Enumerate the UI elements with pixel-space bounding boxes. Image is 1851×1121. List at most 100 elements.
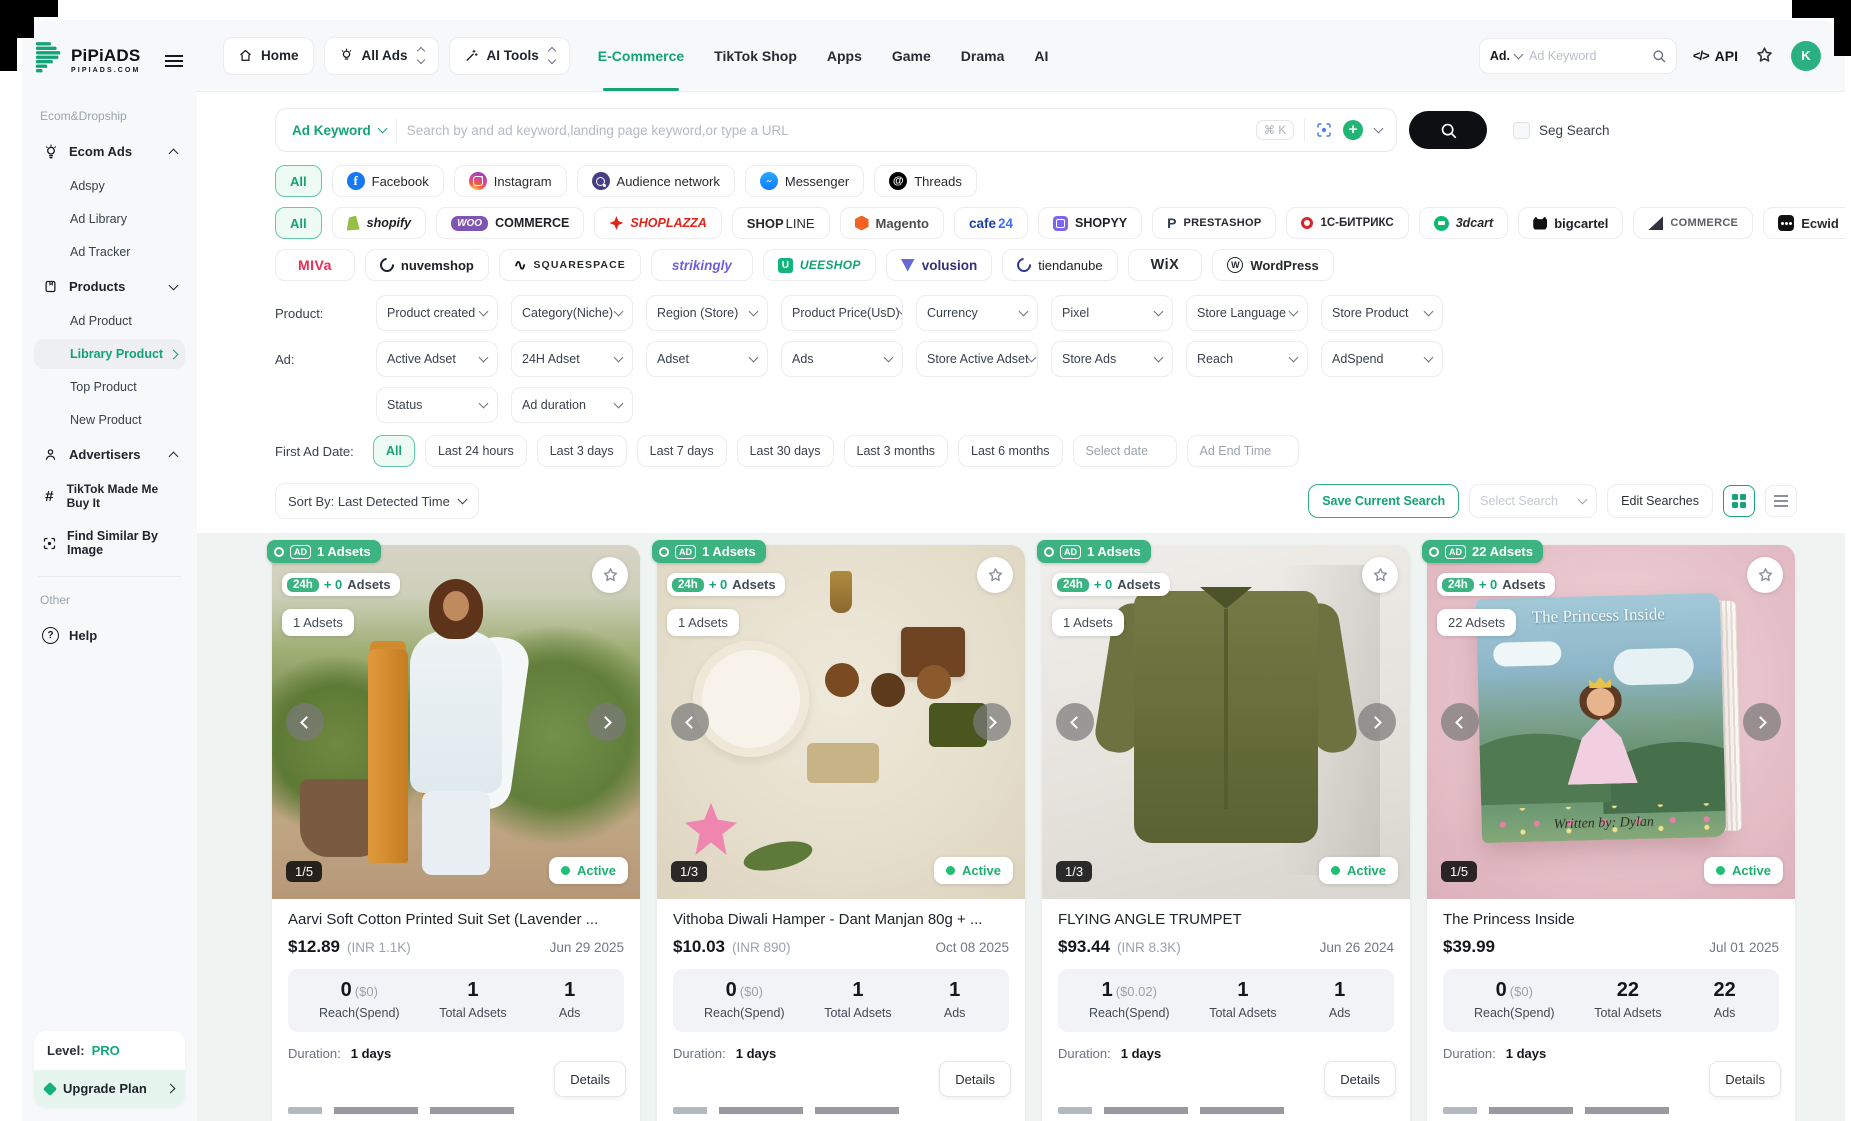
sidebar-item-library-product[interactable]: Library Product (34, 339, 185, 369)
store-chip-tiendanube[interactable]: tiendanube (1002, 249, 1117, 281)
product-card[interactable]: AD 1 Adsets 24h + 0 Adsets 1 Adsets (272, 545, 640, 1121)
favorite-button[interactable] (1362, 557, 1398, 593)
tab-game[interactable]: Game (892, 48, 931, 64)
favorites-star-button[interactable] (1754, 45, 1775, 66)
tab-ai[interactable]: AI (1034, 48, 1048, 64)
hamburger-menu-icon[interactable] (165, 55, 183, 67)
search-options-chevron[interactable] (1373, 126, 1384, 134)
next-image-button[interactable] (588, 703, 626, 741)
product-card[interactable]: The Princess Inside Written by: Dylan AD… (1427, 545, 1795, 1121)
store-chip-all[interactable]: All (275, 207, 322, 239)
prev-image-button[interactable] (671, 703, 709, 741)
sidebar-item-new-product[interactable]: New Product (34, 405, 185, 435)
store-chip-squarespace[interactable]: ∿SQUARESPACE (499, 249, 641, 281)
sidebar-item-help[interactable]: ? Help (34, 619, 185, 652)
select-pixel[interactable]: Pixel (1051, 295, 1173, 331)
upgrade-plan-button[interactable]: Upgrade Plan (34, 1070, 185, 1107)
tab-drama[interactable]: Drama (961, 48, 1005, 64)
edit-searches-button[interactable]: Edit Searches (1607, 484, 1713, 518)
store-chip-shopify[interactable]: shopify (332, 207, 426, 239)
date-chip-last-3-months[interactable]: Last 3 months (844, 435, 949, 467)
next-image-button[interactable] (973, 703, 1011, 741)
store-chip-shopyy[interactable]: SHOPYY (1038, 207, 1142, 239)
user-avatar[interactable]: K (1791, 41, 1821, 71)
platform-chip-messenger[interactable]: Messenger (745, 165, 864, 197)
select-adset[interactable]: Adset (646, 341, 768, 377)
store-chip-magento[interactable]: Magento (840, 207, 944, 239)
save-current-search-button[interactable]: Save Current Search (1308, 484, 1459, 518)
favorite-button[interactable] (592, 557, 628, 593)
select-store-ads[interactable]: Store Ads (1051, 341, 1173, 377)
date-chip-all[interactable]: All (373, 435, 415, 467)
product-card[interactable]: AD 1 Adsets 24h + 0 Adsets 1 Adsets (1042, 545, 1410, 1121)
store-chip-1c-bitrix[interactable]: 1С-БИТРИКС (1286, 207, 1408, 239)
select-status[interactable]: Status (376, 387, 498, 423)
select-category-niche[interactable]: Category(Niche) (511, 295, 633, 331)
select-search-dropdown[interactable]: Select Search (1469, 484, 1597, 518)
select-store-product[interactable]: Store Product (1321, 295, 1443, 331)
prev-image-button[interactable] (1056, 703, 1094, 741)
select-store-language[interactable]: Store Language (1186, 295, 1308, 331)
date-chip-last-6-months[interactable]: Last 6 months (958, 435, 1063, 467)
platform-chip-all[interactable]: All (275, 165, 322, 197)
sidebar-item-ad-library[interactable]: Ad Library (34, 204, 185, 234)
select-product-created[interactable]: Product created (376, 295, 498, 331)
store-chip-volusion[interactable]: volusion (886, 249, 993, 281)
store-chip-strikingly[interactable]: strikingly (651, 249, 753, 281)
details-button[interactable]: Details (1709, 1061, 1781, 1097)
details-button[interactable]: Details (554, 1061, 626, 1097)
favorite-button[interactable] (977, 557, 1013, 593)
sidebar-item-adspy[interactable]: Adspy (34, 171, 185, 201)
product-title[interactable]: The Princess Inside (1443, 911, 1779, 928)
prev-image-button[interactable] (1441, 703, 1479, 741)
product-title[interactable]: FLYING ANGLE TRUMPET (1058, 911, 1394, 928)
seg-search-checkbox[interactable] (1513, 122, 1530, 139)
sidebar-item-ad-tracker[interactable]: Ad Tracker (34, 237, 185, 267)
tab-ecommerce[interactable]: E-Commerce (598, 48, 684, 64)
sidebar-item-ad-product[interactable]: Ad Product (34, 306, 185, 336)
ai-tools-button[interactable]: AI Tools (449, 37, 570, 75)
select-date-input[interactable]: Select date (1073, 435, 1177, 467)
details-button[interactable]: Details (1324, 1061, 1396, 1097)
product-title[interactable]: Vithoba Diwali Hamper - Dant Manjan 80g … (673, 911, 1009, 928)
sidebar-item-advertisers[interactable]: Advertisers (34, 438, 185, 471)
brand-wordmark[interactable]: PiPiADS PIPIADS.COM (71, 47, 140, 74)
store-chip-3dcart[interactable]: 3dcart (1419, 207, 1509, 239)
store-chip-nuvemshop[interactable]: nuvemshop (365, 249, 489, 281)
prev-image-button[interactable] (286, 703, 324, 741)
platform-chip-instagram[interactable]: Instagram (454, 165, 567, 197)
store-chip-ueeshop[interactable]: UEESHOP (763, 249, 876, 281)
select-reach[interactable]: Reach (1186, 341, 1308, 377)
store-chip-bigcommerce[interactable]: COMMERCE (1633, 207, 1753, 239)
store-chip-miva[interactable]: MIVa (275, 249, 355, 281)
select-24h-adset[interactable]: 24H Adset (511, 341, 633, 377)
date-chip-last-30-days[interactable]: Last 30 days (737, 435, 834, 467)
store-chip-woocommerce[interactable]: WOOCOMMERCE (436, 207, 584, 239)
list-view-toggle[interactable] (1765, 485, 1797, 517)
store-chip-prestashop[interactable]: PPRESTASHOP (1152, 207, 1276, 239)
store-chip-ecwid[interactable]: Ecwid (1763, 207, 1845, 239)
select-region-store[interactable]: Region (Store) (646, 295, 768, 331)
home-button[interactable]: Home (223, 37, 314, 75)
sidebar-item-ecom-ads[interactable]: Ecom Ads (34, 135, 185, 168)
pipiads-logo-icon[interactable] (36, 42, 64, 79)
sidebar-item-products[interactable]: Products (34, 270, 185, 303)
grid-view-toggle[interactable] (1723, 485, 1755, 517)
search-button[interactable] (1409, 111, 1487, 149)
platform-chip-threads[interactable]: Threads (874, 165, 977, 197)
tab-apps[interactable]: Apps (827, 48, 862, 64)
details-button[interactable]: Details (939, 1061, 1011, 1097)
date-chip-last-24-hours[interactable]: Last 24 hours (425, 435, 527, 467)
quick-search-input[interactable] (1529, 49, 1645, 63)
next-image-button[interactable] (1743, 703, 1781, 741)
sort-by-button[interactable]: Sort By: Last Detected Time (275, 483, 479, 519)
sidebar-item-tiktok-made-me-buy-it[interactable]: # TikTok Made Me Buy It (34, 474, 185, 518)
store-chip-wix[interactable]: WiX (1128, 249, 1203, 281)
image-search-button[interactable] (1315, 121, 1333, 139)
ad-end-time-input[interactable]: Ad End Time (1187, 435, 1299, 467)
sidebar-item-find-similar-by-image[interactable]: Find Similar By Image (34, 521, 185, 565)
select-ad-duration[interactable]: Ad duration (511, 387, 633, 423)
api-link[interactable]: </> API (1693, 48, 1738, 64)
date-chip-last-3-days[interactable]: Last 3 days (537, 435, 627, 467)
tab-tiktok-shop[interactable]: TikTok Shop (714, 48, 797, 64)
